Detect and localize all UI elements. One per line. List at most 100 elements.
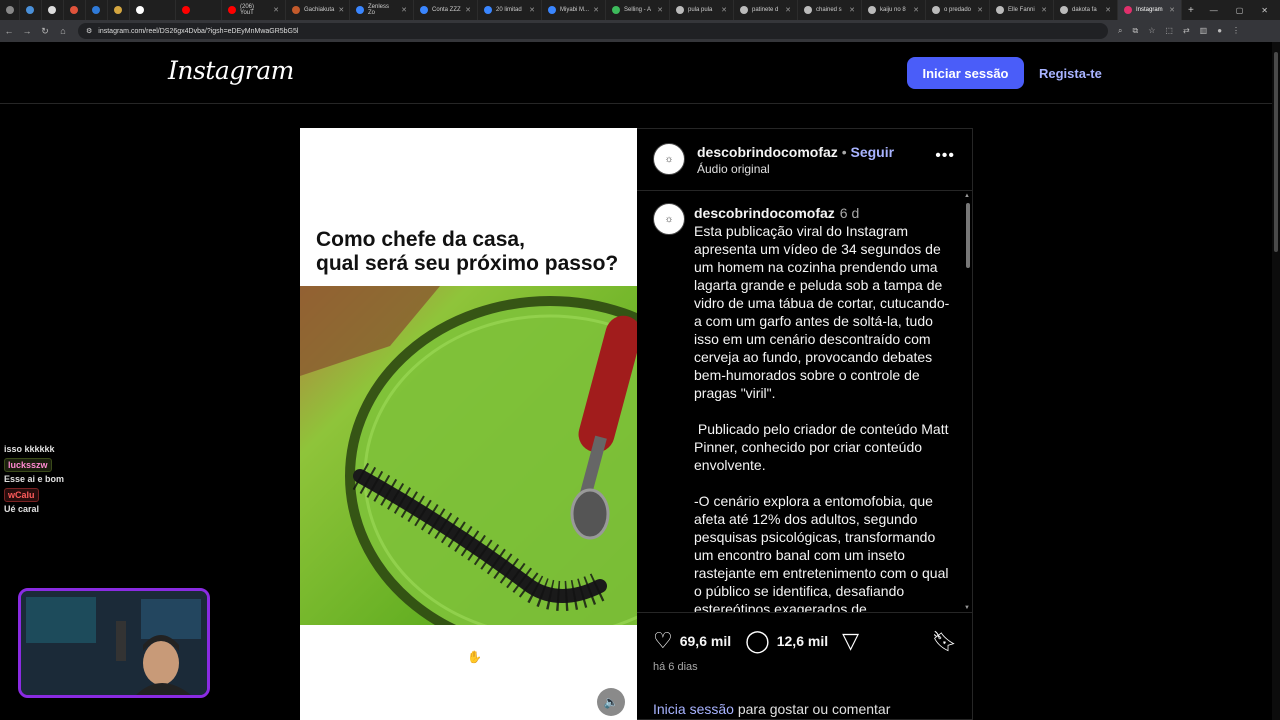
close-icon[interactable]: ✕ (338, 6, 344, 14)
tab[interactable]: pula pula ✕ (670, 0, 734, 20)
url-text: instagram.com/reel/DS26gx4Dvba/?igsh=eDE… (98, 27, 299, 35)
mouse-cursor-icon: ✋ (467, 650, 482, 664)
tab-favicon-icon (356, 6, 364, 14)
tab[interactable] (64, 0, 86, 20)
extensions-icon[interactable]: ⬚ (1165, 26, 1173, 36)
google-icon (804, 6, 812, 14)
comments-scrollbar[interactable]: ▲ ▼ (964, 193, 972, 611)
scroll-up-icon[interactable]: ▲ (964, 193, 970, 199)
forward-icon[interactable]: → (18, 26, 36, 36)
browser-tab-strip: (206) YouT ✕ Gachiakuta ✕ Zenless Zo ✕ Cont… (0, 0, 1280, 20)
post-author: descobrindocomofaz • Seguir (697, 144, 894, 160)
comment-paragraph: Publicado pelo criador de conteúdo Matt … (694, 421, 953, 473)
profile-icon[interactable]: ● (1217, 26, 1222, 36)
follow-button[interactable]: Seguir (850, 144, 894, 160)
close-icon[interactable]: ✕ (1041, 6, 1047, 14)
caption-comment-area[interactable]: ☼ descobrindocomofaz 6 d Esta publicação … (637, 191, 973, 613)
heart-icon[interactable]: ♡ (653, 630, 673, 652)
minimize-button[interactable]: — (1210, 6, 1218, 15)
tab[interactable]: Elle Fanni ✕ (990, 0, 1054, 20)
url-field[interactable]: ⚙ instagram.com/reel/DS26gx4Dvba/?igsh=e… (78, 23, 1108, 39)
login-button[interactable]: Iniciar sessão (907, 57, 1024, 89)
tab[interactable]: Conta ZZZ ✕ (414, 0, 478, 20)
post-header: ☼ descobrindocomofaz • Seguir Áudio orig… (637, 129, 973, 191)
tab[interactable]: Selling - A ✕ (606, 0, 670, 20)
close-icon[interactable]: ✕ (465, 6, 471, 14)
comment-icon[interactable]: ◯ (745, 630, 770, 652)
reel-player[interactable]: Como chefe da casa, qual será seu próxim… (300, 128, 637, 720)
author-username[interactable]: descobrindocomofaz (697, 144, 838, 160)
post-details-panel: ☼ descobrindocomofaz • Seguir Áudio orig… (637, 128, 973, 720)
tab[interactable]: Miyabi M... ✕ (542, 0, 606, 20)
scroll-down-icon[interactable]: ▼ (964, 605, 970, 611)
close-icon[interactable]: ✕ (721, 6, 727, 14)
tab[interactable] (176, 0, 222, 20)
comment-username[interactable]: descobrindocomofaz (694, 205, 835, 221)
avatar[interactable]: ☼ (653, 143, 685, 175)
close-icon[interactable]: ✕ (657, 6, 663, 14)
tab[interactable]: dakota fa ✕ (1054, 0, 1118, 20)
close-window-button[interactable]: ✕ (1261, 6, 1268, 15)
post-date: há 6 dias (653, 661, 698, 673)
avatar[interactable]: ☼ (653, 203, 685, 235)
chat-username: wCalu (4, 488, 39, 502)
tab[interactable] (130, 0, 176, 20)
new-tab-button[interactable]: + (1182, 0, 1200, 20)
scrollbar-thumb[interactable] (966, 203, 970, 268)
login-link[interactable]: Inicia sessão (653, 701, 734, 717)
comment-action[interactable]: ◯ 12,6 mil (745, 630, 828, 652)
signup-link[interactable]: Regista-te (1039, 66, 1102, 81)
tab[interactable]: Zenless Zo ✕ (350, 0, 414, 20)
more-options-icon[interactable]: ••• (935, 147, 955, 165)
close-icon[interactable]: ✕ (977, 6, 983, 14)
comment-paragraph: -O cenário explora a entomofobia, que af… (694, 493, 953, 613)
close-icon[interactable]: ✕ (913, 6, 919, 14)
tab[interactable] (20, 0, 42, 20)
close-icon[interactable]: ✕ (273, 6, 279, 14)
audio-label[interactable]: Áudio original (697, 162, 770, 176)
page-scrollbar[interactable] (1272, 42, 1280, 720)
share-action[interactable]: ▽ (842, 630, 859, 652)
close-icon[interactable]: ✕ (785, 6, 791, 14)
tab-instagram[interactable]: Instagram ✕ (1118, 0, 1182, 20)
home-icon[interactable]: ⌂ (54, 26, 72, 36)
close-icon[interactable]: ✕ (1169, 6, 1175, 14)
close-icon[interactable]: ✕ (849, 6, 855, 14)
like-action[interactable]: ♡ 69,6 mil (653, 630, 731, 652)
bookmark-star-icon[interactable]: ☆ (1148, 26, 1155, 36)
close-icon[interactable]: ✕ (529, 6, 535, 14)
instagram-logo[interactable]: Instagram (168, 56, 294, 85)
site-info-icon[interactable]: ⚙ (86, 27, 92, 35)
scrollbar-thumb[interactable] (1274, 52, 1278, 252)
close-icon[interactable]: ✕ (401, 6, 407, 14)
zoom-icon[interactable]: ⌕ (1118, 26, 1122, 36)
post-actions: ♡ 69,6 mil ◯ 12,6 mil ▽ 🔖︎ (653, 629, 957, 653)
tab[interactable] (42, 0, 64, 20)
stream-chat-overlay: isso kkkkkk lucksszw Esse ai e bom wCalu… (4, 444, 114, 518)
sidebar-icon[interactable]: ▥ (1200, 26, 1208, 36)
tab[interactable]: Gachiakuta ✕ (286, 0, 350, 20)
tab[interactable] (0, 0, 20, 20)
menu-icon[interactable]: ⋮ (1232, 26, 1240, 36)
bookmark-icon[interactable]: 🔖︎ (932, 629, 957, 654)
reel-video-frame[interactable] (300, 286, 637, 625)
tab[interactable]: (206) YouT ✕ (222, 0, 286, 20)
close-icon[interactable]: ✕ (593, 6, 599, 14)
translate-icon[interactable]: ⇄ (1183, 26, 1190, 36)
install-icon[interactable]: ⧉ (1132, 26, 1138, 36)
tab[interactable]: patinete d ✕ (734, 0, 798, 20)
separator-dot: • (841, 144, 847, 160)
tab[interactable]: o predado ✕ (926, 0, 990, 20)
maximize-button[interactable]: ▢ (1236, 6, 1244, 15)
address-bar-row: ← → ↻ ⌂ ⚙ instagram.com/reel/DS26gx4Dvba… (0, 20, 1280, 42)
tab[interactable]: kaiju no 8 ✕ (862, 0, 926, 20)
back-icon[interactable]: ← (0, 26, 18, 36)
close-icon[interactable]: ✕ (1105, 6, 1111, 14)
tab[interactable] (86, 0, 108, 20)
mute-toggle-button[interactable]: 🔈 (597, 688, 625, 716)
tab[interactable]: 20 limitad ✕ (478, 0, 542, 20)
tab[interactable]: chained s ✕ (798, 0, 862, 20)
reload-icon[interactable]: ↻ (36, 26, 54, 37)
share-icon[interactable]: ▽ (842, 630, 859, 652)
tab[interactable] (108, 0, 130, 20)
